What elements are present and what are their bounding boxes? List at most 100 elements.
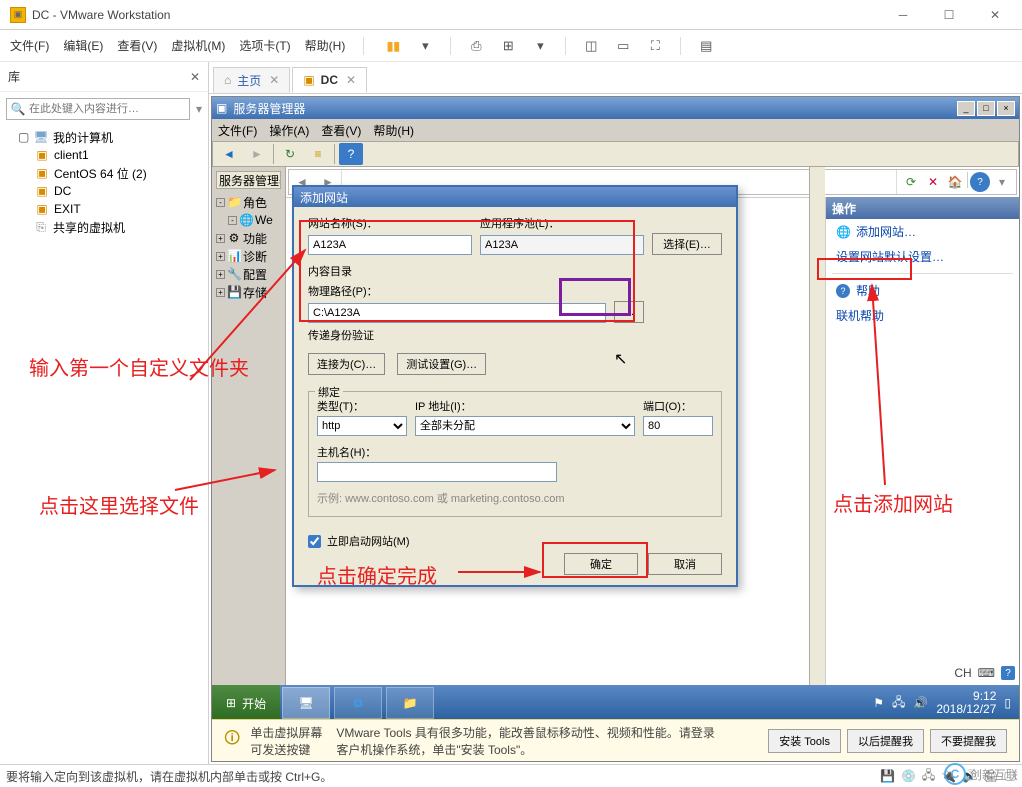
tile-icon[interactable]: ◫ [580, 35, 602, 57]
smgr-menu-file[interactable]: 文件(F) [218, 122, 257, 139]
menu-file[interactable]: 文件(F) [10, 37, 49, 54]
status-cd-icon[interactable]: 💿 [901, 769, 916, 783]
tree-item-client1[interactable]: ▣client1 [34, 146, 202, 164]
iis-help-icon[interactable]: ? [970, 172, 990, 192]
iis-vscrollbar[interactable] [809, 167, 825, 723]
iis-refresh-icon[interactable]: ⟳ [901, 172, 921, 192]
cancel-button[interactable]: 取消 [648, 553, 722, 575]
window-title: DC - VMware Workstation [32, 8, 880, 22]
keyboard-icon[interactable]: ⌨ [978, 666, 995, 680]
tree-shared-vms[interactable]: ⎘共享的虚拟机 [18, 218, 202, 236]
site-name-input[interactable] [308, 235, 472, 255]
install-tools-button[interactable]: 安装 Tools [768, 729, 841, 753]
smgr-refresh-icon[interactable]: ↻ [278, 143, 302, 165]
help-lang-icon[interactable]: ? [1001, 666, 1015, 680]
vmware-titlebar: ▣ DC - VMware Workstation ─ ☐ ✕ [0, 0, 1022, 30]
lang-indicator[interactable]: CH [954, 666, 971, 680]
vmware-tools-hint-bar: 🛈 单击虚拟屏幕可发送按键 VMware Tools 具有很多功能，能改善鼠标移… [212, 719, 1019, 761]
connect-as-button[interactable]: 连接为(C)… [308, 353, 385, 375]
smgr-tree-storage[interactable]: +💾存储 [216, 283, 281, 301]
info-icon: 🛈 [224, 727, 240, 754]
iis-stop-icon[interactable]: ✕ [923, 172, 943, 192]
tab-home[interactable]: ⌂主页✕ [213, 67, 290, 93]
smgr-toolbar: ◄ ► ↻ ≡ ? [212, 141, 1019, 167]
type-label: 类型(T)： [317, 401, 364, 413]
app-pool-input [480, 235, 644, 255]
smgr-tree-roles[interactable]: -📁角色 [216, 193, 281, 211]
taskbar-powershell[interactable]: ⧉ [334, 687, 382, 719]
host-input[interactable] [317, 462, 557, 482]
dropdown-icon-2[interactable]: ▾ [529, 35, 551, 57]
action-online-help[interactable]: 联机帮助 [826, 303, 1019, 328]
menu-view[interactable]: 查看(V) [117, 37, 157, 54]
maximize-button[interactable]: ☐ [926, 1, 972, 29]
type-select[interactable]: http [317, 416, 407, 436]
snapshot-icon[interactable]: ⎙ [465, 35, 487, 57]
screenshot-icon[interactable]: ⊞ [497, 35, 519, 57]
status-net-icon[interactable]: 🖧 [922, 766, 935, 787]
library-icon[interactable]: ▤ [695, 35, 717, 57]
smgr-tree-we[interactable]: -🌐We [228, 211, 281, 229]
start-immediately-checkbox[interactable] [308, 535, 321, 548]
tray-flag-icon[interactable]: ⚑ [873, 696, 884, 710]
pause-icon[interactable]: ▮▮ [382, 35, 404, 57]
smgr-minimize-button[interactable]: _ [957, 101, 975, 116]
tree-item-dc[interactable]: ▣DC [34, 182, 202, 200]
action-set-defaults[interactable]: 设置网站默认设置… [826, 244, 1019, 269]
menu-vm[interactable]: 虚拟机(M) [171, 37, 225, 54]
library-search-input[interactable] [29, 103, 189, 115]
smgr-properties-icon[interactable]: ≡ [306, 143, 330, 165]
tray-network-icon[interactable]: 🖧 [892, 693, 905, 714]
menu-help[interactable]: 帮助(H) [305, 37, 346, 54]
action-add-website[interactable]: 🌐添加网站… [826, 219, 1019, 244]
smgr-tree-diagnostics[interactable]: +📊诊断 [216, 247, 281, 265]
tree-my-computer[interactable]: ▢🖥我的计算机 [18, 128, 202, 146]
smgr-maximize-button[interactable]: □ [977, 101, 995, 116]
menu-tabs[interactable]: 选项卡(T) [239, 37, 290, 54]
smgr-tree-features[interactable]: +⚙功能 [216, 229, 281, 247]
ip-select[interactable]: 全部未分配 [415, 416, 635, 436]
close-button[interactable]: ✕ [972, 1, 1018, 29]
port-input[interactable] [643, 416, 713, 436]
browse-button[interactable]: … [614, 301, 644, 323]
tree-item-exit[interactable]: ▣EXIT [34, 200, 202, 218]
remind-later-button[interactable]: 以后提醒我 [847, 729, 924, 753]
taskbar-explorer[interactable]: 📁 [386, 687, 434, 719]
menu-edit[interactable]: 编辑(E) [63, 37, 103, 54]
tray-volume-icon[interactable]: 🔊 [913, 696, 928, 710]
smgr-close-button[interactable]: × [997, 101, 1015, 116]
minimize-button[interactable]: ─ [880, 1, 926, 29]
smgr-menu-help[interactable]: 帮助(H) [373, 122, 414, 139]
never-remind-button[interactable]: 不要提醒我 [930, 729, 1007, 753]
tab-dc-close-icon[interactable]: ✕ [346, 73, 356, 87]
select-app-pool-button[interactable]: 选择(E)… [652, 233, 722, 255]
iis-home-icon[interactable]: 🏠 [945, 172, 965, 192]
tree-item-centos[interactable]: ▣CentOS 64 位 (2) [34, 164, 202, 182]
physical-path-input[interactable] [308, 303, 606, 323]
smgr-tree-config[interactable]: +🔧配置 [216, 265, 281, 283]
watermark-icon: C [944, 763, 966, 785]
status-hdd-icon[interactable]: 💾 [880, 769, 895, 783]
fullscreen-icon[interactable]: ⛶ [644, 35, 666, 57]
action-help[interactable]: ?帮助 [826, 278, 1019, 303]
content-dir-label: 内容目录 [308, 266, 352, 278]
iis-help-drop-icon[interactable]: ▾ [992, 172, 1012, 192]
tab-dc[interactable]: ▣DC✕ [292, 67, 367, 93]
smgr-menu-action[interactable]: 操作(A) [269, 122, 309, 139]
smgr-help-icon[interactable]: ? [339, 143, 363, 165]
smgr-back-icon[interactable]: ◄ [217, 143, 241, 165]
taskbar-server-manager[interactable]: 🖥 [282, 687, 330, 719]
ok-button[interactable]: 确定 [564, 553, 638, 575]
start-button[interactable]: ⊞开始 [212, 685, 280, 721]
server-manager-tree-header: 服务器管理器 [219, 172, 281, 189]
dropdown-icon[interactable]: ▾ [414, 35, 436, 57]
library-close-icon[interactable]: ✕ [190, 70, 200, 84]
unity-icon[interactable]: ▭ [612, 35, 634, 57]
smgr-forward-icon[interactable]: ► [245, 143, 269, 165]
smgr-menu-view[interactable]: 查看(V) [321, 122, 361, 139]
search-dropdown-icon[interactable]: ▾ [196, 102, 202, 116]
tray-show-desktop[interactable]: ▯ [1004, 696, 1011, 710]
tab-home-close-icon[interactable]: ✕ [269, 73, 279, 87]
example-text: 示例: www.contoso.com 或 marketing.contoso.… [317, 490, 713, 506]
test-settings-button[interactable]: 测试设置(G)… [397, 353, 486, 375]
